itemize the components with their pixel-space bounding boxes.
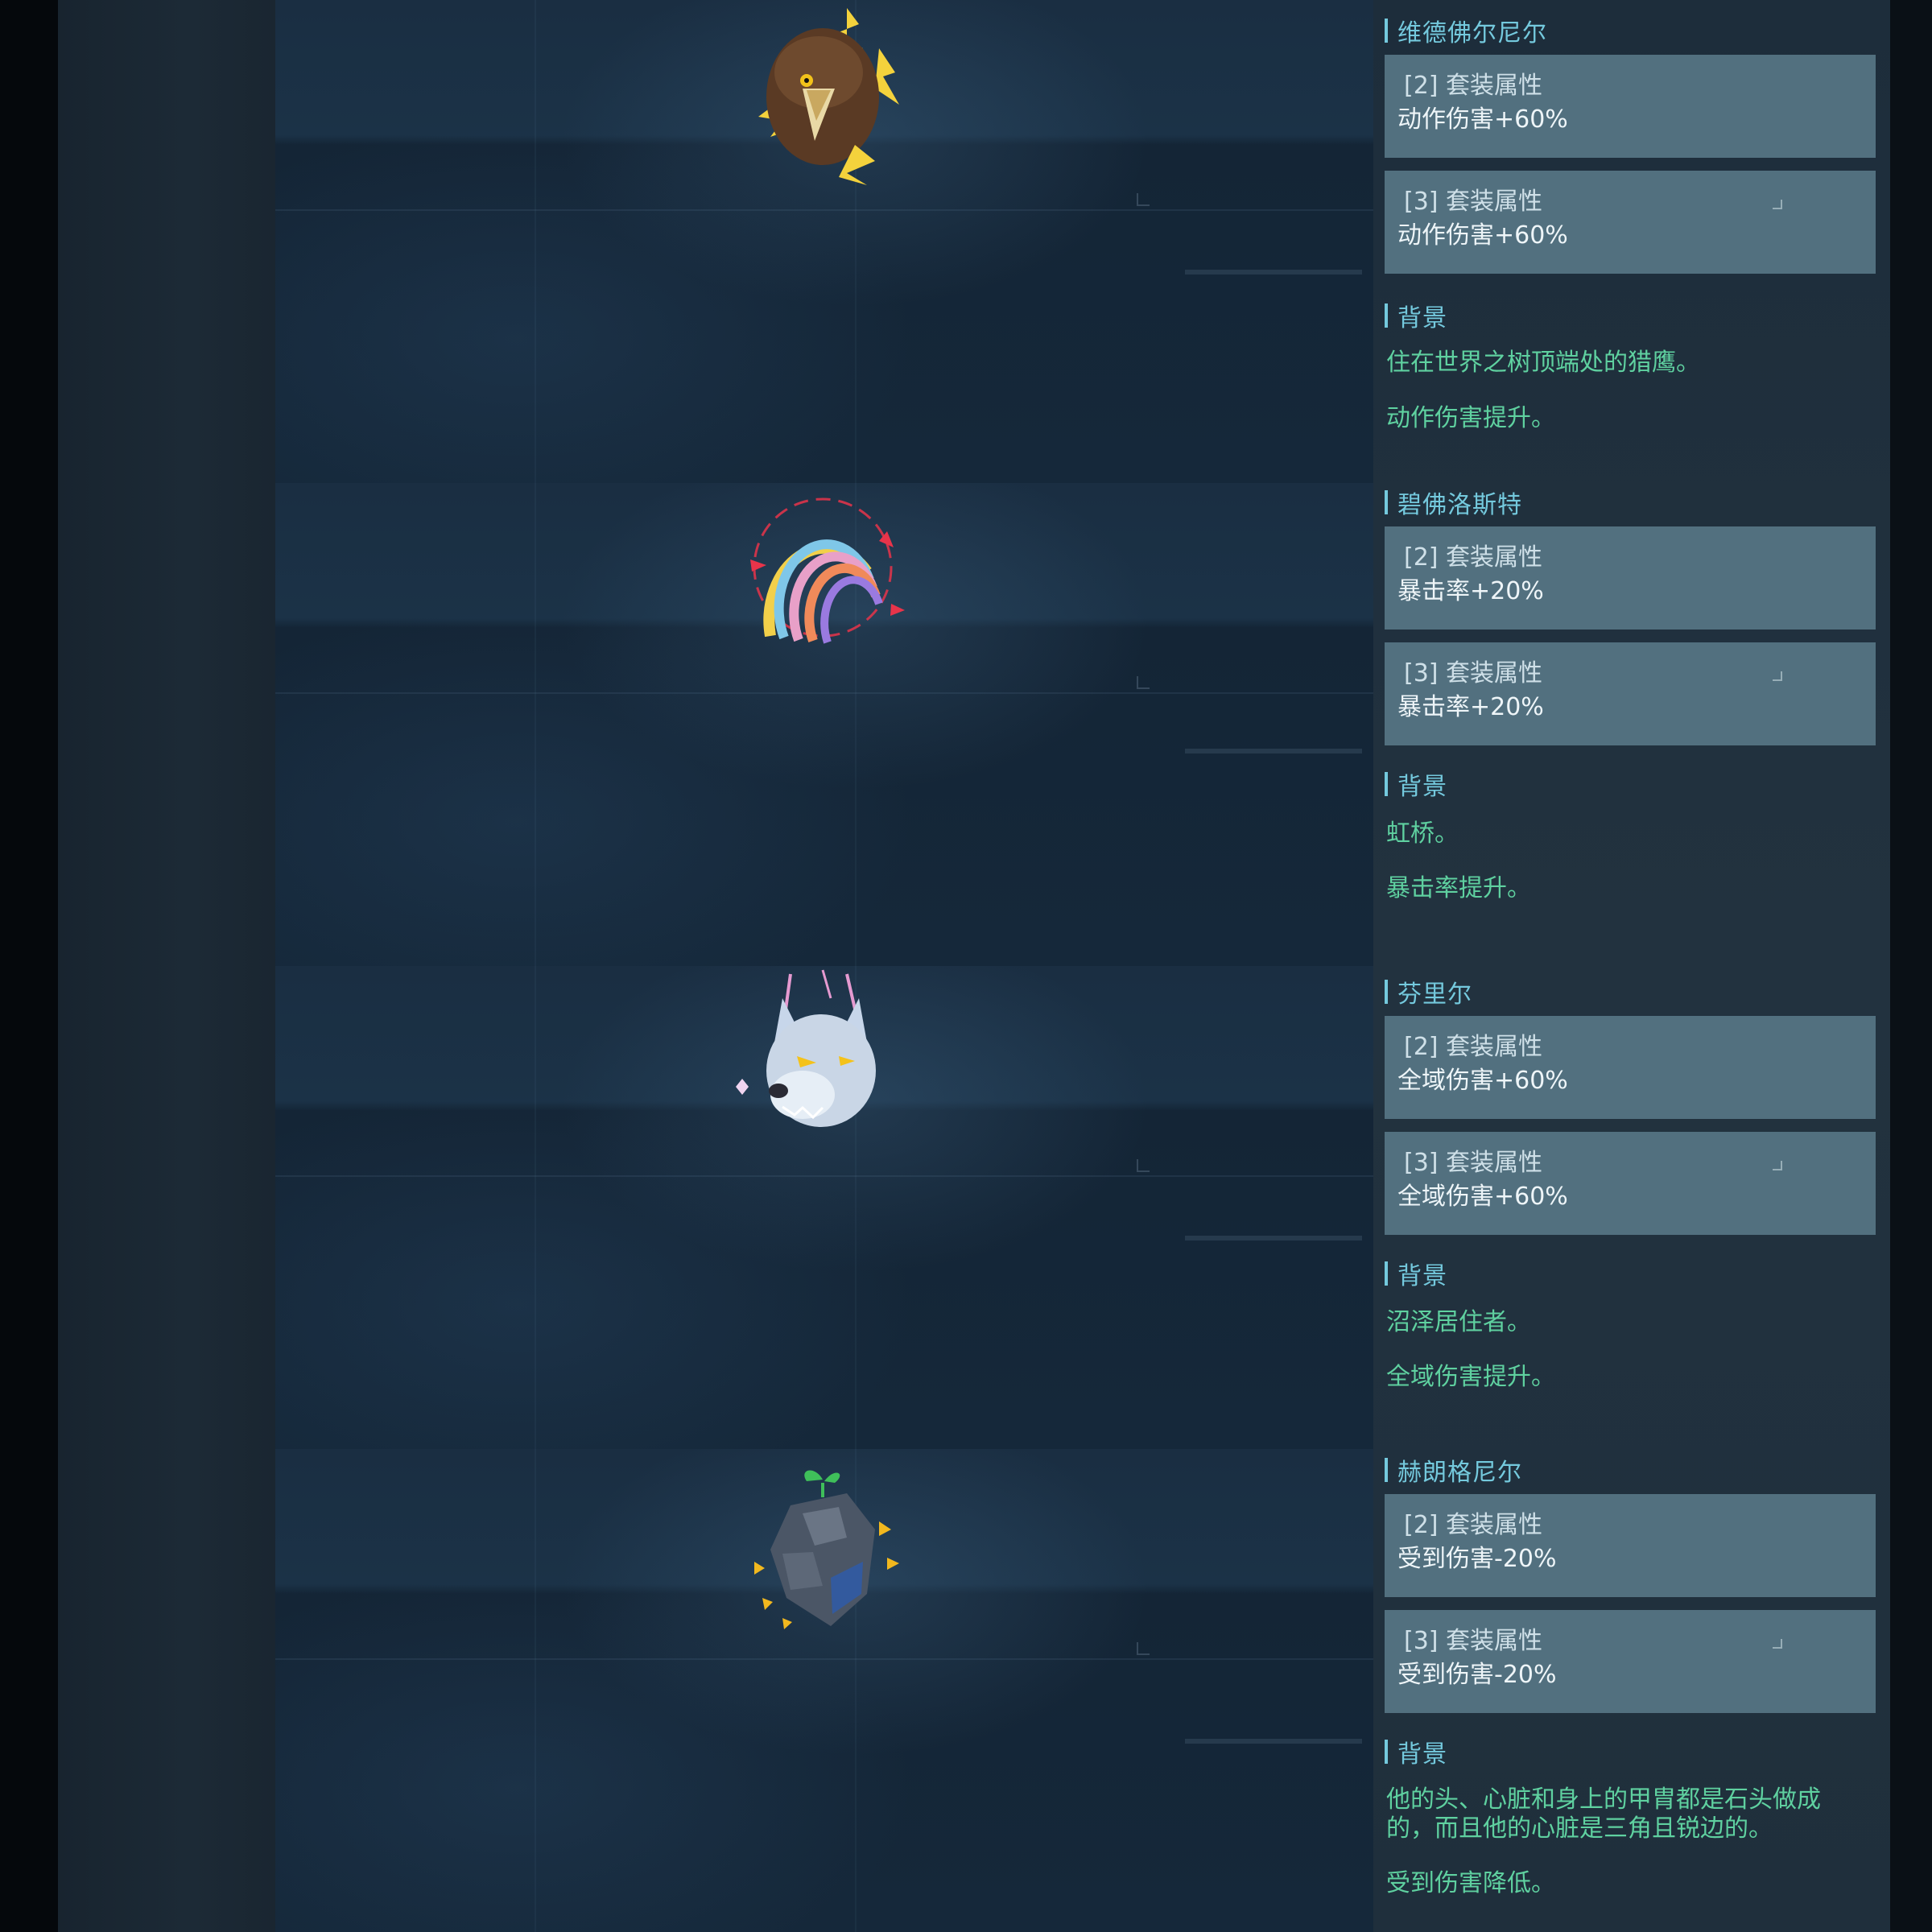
set-entry: 碧佛洛斯特 [2] 套装属性 暴击率+20% [3] 套装属性 暴击率+20% … (1373, 483, 1890, 966)
set-bonus-label: [2] 套装属性 (1404, 1033, 1543, 1061)
grid-line (535, 966, 536, 1449)
deco-bar (1185, 270, 1362, 275)
corner-mark (1773, 671, 1782, 681)
grid-line (535, 0, 536, 483)
row-divider (275, 1658, 1373, 1660)
background-text: 他的头、心脏和身上的甲胄都是石头做成的，而且他的心脏是三角且锐边的。 (1386, 1785, 1821, 1843)
background-heading: 背景 (1385, 768, 1447, 801)
row-divider (275, 1175, 1373, 1177)
deco-bar (1185, 1739, 1362, 1744)
stone-heart-icon (726, 1457, 919, 1650)
heading-marker (1385, 1261, 1388, 1286)
set-name-label: 赫朗格尼尔 (1397, 1459, 1522, 1487)
card-row-4[interactable] (275, 1449, 1373, 1932)
corner-tick (1137, 676, 1150, 689)
effect-text: 受到伤害降低。 (1386, 1869, 1555, 1897)
set-bonus-label: [3] 套装属性 (1404, 659, 1543, 687)
set-bonus-value: 暴击率+20% (1397, 693, 1544, 721)
set-bonus-value: 受到伤害-20% (1397, 1545, 1557, 1573)
corner-tick (1137, 1159, 1150, 1172)
set-name-label: 碧佛洛斯特 (1397, 491, 1522, 519)
set-bonus-3: [3] 套装属性 暴击率+20% (1385, 642, 1876, 745)
heading-marker (1385, 772, 1388, 796)
set-bonus-3: [3] 套装属性 动作伤害+60% (1385, 171, 1876, 274)
heading-marker (1385, 303, 1388, 328)
background-text: 住在世界之树顶端处的猎鹰。 (1386, 349, 1700, 377)
corner-tick (1137, 1642, 1150, 1655)
set-name: 赫朗格尼尔 (1385, 1454, 1522, 1487)
deco-bar (1185, 1236, 1362, 1241)
heading-marker (1385, 980, 1388, 1004)
card-row-3[interactable] (275, 966, 1373, 1449)
background-heading: 背景 (1385, 299, 1447, 332)
set-bonus-3: [3] 套装属性 受到伤害-20% (1385, 1610, 1876, 1713)
corner-mark (1773, 1161, 1782, 1170)
info-panel[interactable]: 维德佛尔尼尔 [2] 套装属性 动作伤害+60% [3] 套装属性 动作伤害+6… (1373, 0, 1890, 1932)
effect-text: 暴击率提升。 (1386, 874, 1531, 902)
background-heading-label: 背景 (1397, 1740, 1447, 1769)
background-text: 虹桥。 (1386, 819, 1459, 848)
set-bonus-value: 暴击率+20% (1397, 577, 1544, 605)
row-divider (275, 692, 1373, 694)
background-heading-label: 背景 (1397, 304, 1447, 332)
corner-tick (1137, 193, 1150, 206)
set-bonus-value: 动作伤害+60% (1397, 105, 1568, 134)
set-name: 维德佛尔尼尔 (1385, 14, 1547, 47)
heading-marker (1385, 1458, 1388, 1482)
corner-mark (1773, 1639, 1782, 1649)
background-text: 沼泽居住者。 (1386, 1308, 1531, 1336)
set-name-label: 芬里尔 (1397, 980, 1472, 1009)
set-bonus-value: 全域伤害+60% (1397, 1067, 1568, 1095)
set-bonus-label: [3] 套装属性 (1404, 1627, 1543, 1655)
grid-line (535, 1449, 536, 1932)
set-name-label: 维德佛尔尼尔 (1397, 19, 1547, 47)
set-bonus-2: [2] 套装属性 受到伤害-20% (1385, 1494, 1876, 1597)
background-heading: 背景 (1385, 1736, 1447, 1769)
grid-line (535, 483, 536, 966)
set-bonus-label: [3] 套装属性 (1404, 1149, 1543, 1177)
right-margin (1890, 0, 1932, 1932)
set-entry: 芬里尔 [2] 套装属性 全域伤害+60% [3] 套装属性 全域伤害+60% … (1373, 966, 1890, 1449)
heading-marker (1385, 19, 1388, 43)
left-margin (0, 0, 58, 1932)
set-name: 芬里尔 (1385, 976, 1472, 1009)
set-bonus-value: 受到伤害-20% (1397, 1661, 1557, 1689)
set-bonus-2: [2] 套装属性 暴击率+20% (1385, 526, 1876, 630)
set-bonus-2: [2] 套装属性 动作伤害+60% (1385, 55, 1876, 158)
wolf-icon (726, 966, 919, 1159)
card-row-2[interactable] (275, 483, 1373, 966)
set-bonus-label: [3] 套装属性 (1404, 188, 1543, 216)
eagle-icon (726, 0, 919, 193)
set-bonus-3: [3] 套装属性 全域伤害+60% (1385, 1132, 1876, 1235)
rainbow-bridge-icon (726, 483, 919, 676)
set-bonus-value: 动作伤害+60% (1397, 221, 1568, 250)
set-name: 碧佛洛斯特 (1385, 486, 1522, 519)
effect-text: 全域伤害提升。 (1386, 1363, 1555, 1391)
left-strip (58, 0, 275, 1932)
screen: 维德佛尔尼尔 [2] 套装属性 动作伤害+60% [3] 套装属性 动作伤害+6… (0, 0, 1932, 1932)
heading-marker (1385, 1740, 1388, 1764)
corner-mark (1773, 200, 1782, 209)
set-entry: 维德佛尔尼尔 [2] 套装属性 动作伤害+60% [3] 套装属性 动作伤害+6… (1373, 0, 1890, 483)
background-heading: 背景 (1385, 1257, 1447, 1290)
effect-text: 动作伤害提升。 (1386, 404, 1555, 432)
deco-bar (1185, 749, 1362, 753)
set-bonus-label: [2] 套装属性 (1404, 72, 1543, 100)
heading-marker (1385, 490, 1388, 514)
background-heading-label: 背景 (1397, 773, 1447, 801)
set-bonus-value: 全域伤害+60% (1397, 1183, 1568, 1211)
set-bonus-label: [2] 套装属性 (1404, 1511, 1543, 1539)
card-row-1[interactable] (275, 0, 1373, 483)
row-divider (275, 209, 1373, 211)
background-heading-label: 背景 (1397, 1262, 1447, 1290)
set-bonus-label: [2] 套装属性 (1404, 543, 1543, 572)
set-entry: 赫朗格尼尔 [2] 套装属性 受到伤害-20% [3] 套装属性 受到伤害-20… (1373, 1449, 1890, 1932)
set-bonus-2: [2] 套装属性 全域伤害+60% (1385, 1016, 1876, 1119)
